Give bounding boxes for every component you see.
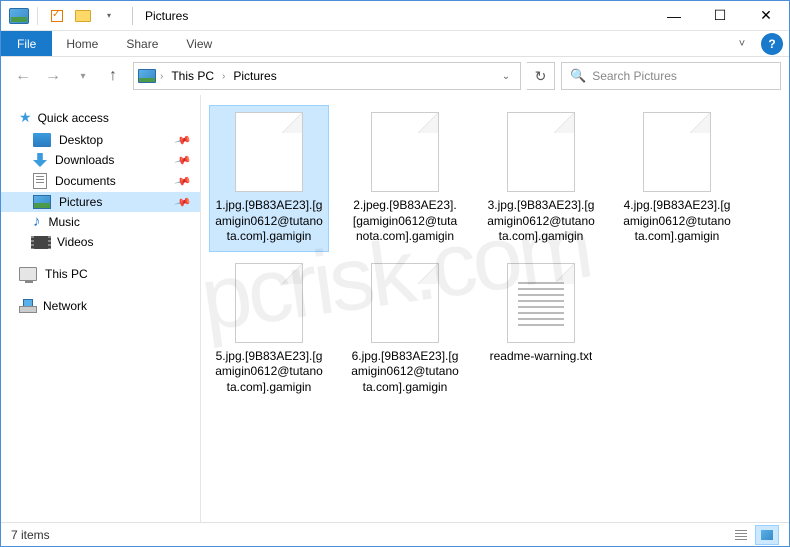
address-bar[interactable]: › This PC › Pictures ⌄ xyxy=(133,62,521,90)
address-history-button[interactable]: ⌄ xyxy=(496,71,516,82)
file-name-label: 2.jpeg.[9B83AE23].[gamigin0612@tutanota.… xyxy=(350,198,460,245)
music-icon: ♪ xyxy=(33,215,41,229)
sidebar-item-label: Pictures xyxy=(59,195,102,209)
sidebar-item-music[interactable]: ♪ Music xyxy=(1,212,200,232)
recent-locations-button[interactable]: ▾ xyxy=(69,62,97,90)
pin-icon: 📌 xyxy=(174,151,192,169)
file-icon xyxy=(643,112,711,192)
file-icon xyxy=(371,112,439,192)
details-view-button[interactable] xyxy=(729,525,753,545)
file-item[interactable]: 4.jpg.[9B83AE23].[gamigin0612@tutanota.c… xyxy=(617,105,737,252)
pin-icon: 📌 xyxy=(174,193,192,211)
sidebar-item-label: Documents xyxy=(55,174,116,188)
navigation-bar: ← → ▾ ↑ › This PC › Pictures ⌄ ↻ 🔍 xyxy=(1,57,789,95)
file-pane[interactable]: 1.jpg.[9B83AE23].[gamigin0612@tutanota.c… xyxy=(201,95,789,522)
text-file-icon xyxy=(507,263,575,343)
location-icon xyxy=(138,69,156,83)
file-name-label: 1.jpg.[9B83AE23].[gamigin0612@tutanota.c… xyxy=(214,198,324,245)
file-icon xyxy=(235,112,303,192)
forward-button[interactable]: → xyxy=(39,62,67,90)
quick-access-label: Quick access xyxy=(38,111,109,125)
up-button[interactable]: ↑ xyxy=(99,62,127,90)
help-button[interactable]: ? xyxy=(761,33,783,55)
file-name-label: readme-warning.txt xyxy=(490,349,593,365)
refresh-button[interactable]: ↻ xyxy=(527,62,555,90)
tab-home[interactable]: Home xyxy=(52,31,112,56)
file-icon xyxy=(371,263,439,343)
file-item[interactable]: 6.jpg.[9B83AE23].[gamigin0612@tutanota.c… xyxy=(345,256,465,403)
file-item[interactable]: 3.jpg.[9B83AE23].[gamigin0612@tutanota.c… xyxy=(481,105,601,252)
title-bar: ▾ Pictures — ☐ ✕ xyxy=(1,1,789,31)
pictures-icon xyxy=(33,195,51,209)
sidebar-item-pictures[interactable]: Pictures 📌 xyxy=(1,192,200,212)
minimize-button[interactable]: — xyxy=(651,1,697,31)
network-label: Network xyxy=(43,299,87,313)
status-bar: 7 items xyxy=(1,522,789,546)
star-icon: ★ xyxy=(19,109,32,126)
file-name-label: 5.jpg.[9B83AE23].[gamigin0612@tutanota.c… xyxy=(214,349,324,396)
pin-icon: 📌 xyxy=(174,131,192,149)
sidebar-item-documents[interactable]: Documents 📌 xyxy=(1,170,200,192)
sidebar-item-label: Desktop xyxy=(59,133,103,147)
file-name-label: 3.jpg.[9B83AE23].[gamigin0612@tutanota.c… xyxy=(486,198,596,245)
app-icon xyxy=(9,8,29,24)
downloads-icon xyxy=(33,153,47,167)
tab-view[interactable]: View xyxy=(172,31,226,56)
large-icons-view-button[interactable] xyxy=(755,525,779,545)
sidebar-item-desktop[interactable]: Desktop 📌 xyxy=(1,130,200,150)
close-button[interactable]: ✕ xyxy=(743,1,789,31)
chevron-right-icon[interactable]: › xyxy=(160,71,163,82)
file-item[interactable]: readme-warning.txt xyxy=(481,256,601,403)
network-icon xyxy=(19,299,35,313)
search-box[interactable]: 🔍 xyxy=(561,62,781,90)
file-icon xyxy=(507,112,575,192)
sidebar-item-label: Videos xyxy=(57,235,93,249)
tab-share[interactable]: Share xyxy=(112,31,172,56)
file-tab[interactable]: File xyxy=(1,31,52,56)
videos-icon xyxy=(33,236,49,249)
file-name-label: 4.jpg.[9B83AE23].[gamigin0612@tutanota.c… xyxy=(622,198,732,245)
file-item[interactable]: 2.jpeg.[9B83AE23].[gamigin0612@tutanota.… xyxy=(345,105,465,252)
sidebar-item-videos[interactable]: Videos xyxy=(1,232,200,252)
sidebar-item-label: Downloads xyxy=(55,153,114,167)
chevron-right-icon[interactable]: › xyxy=(222,71,225,82)
sidebar-network[interactable]: Network xyxy=(1,296,200,316)
file-item[interactable]: 5.jpg.[9B83AE23].[gamigin0612@tutanota.c… xyxy=(209,256,329,403)
ribbon-expand-button[interactable]: ˅ xyxy=(729,31,755,56)
breadcrumb-pictures[interactable]: Pictures xyxy=(229,69,280,83)
sidebar-item-label: Music xyxy=(49,215,80,229)
file-item[interactable]: 1.jpg.[9B83AE23].[gamigin0612@tutanota.c… xyxy=(209,105,329,252)
navigation-pane: ★ Quick access Desktop📌Downloads📌Documen… xyxy=(1,95,201,522)
this-pc-label: This PC xyxy=(45,267,88,281)
qat-properties-button[interactable] xyxy=(46,5,68,27)
sidebar-quick-access[interactable]: ★ Quick access xyxy=(1,107,200,130)
item-count: 7 items xyxy=(11,528,50,542)
search-icon: 🔍 xyxy=(570,68,586,84)
file-name-label: 6.jpg.[9B83AE23].[gamigin0612@tutanota.c… xyxy=(350,349,460,396)
file-icon xyxy=(235,263,303,343)
window-title: Pictures xyxy=(145,9,188,23)
search-input[interactable] xyxy=(592,69,772,83)
desktop-icon xyxy=(33,133,51,147)
qat-newfolder-button[interactable] xyxy=(72,5,94,27)
maximize-button[interactable]: ☐ xyxy=(697,1,743,31)
pin-icon: 📌 xyxy=(174,172,192,190)
ribbon: File Home Share View ˅ ? xyxy=(1,31,789,57)
sidebar-item-downloads[interactable]: Downloads 📌 xyxy=(1,150,200,170)
computer-icon xyxy=(19,267,37,281)
breadcrumb-thispc[interactable]: This PC xyxy=(167,69,218,83)
sidebar-this-pc[interactable]: This PC xyxy=(1,264,200,284)
back-button[interactable]: ← xyxy=(9,62,37,90)
documents-icon xyxy=(33,173,47,189)
qat-customize-button[interactable]: ▾ xyxy=(98,5,120,27)
